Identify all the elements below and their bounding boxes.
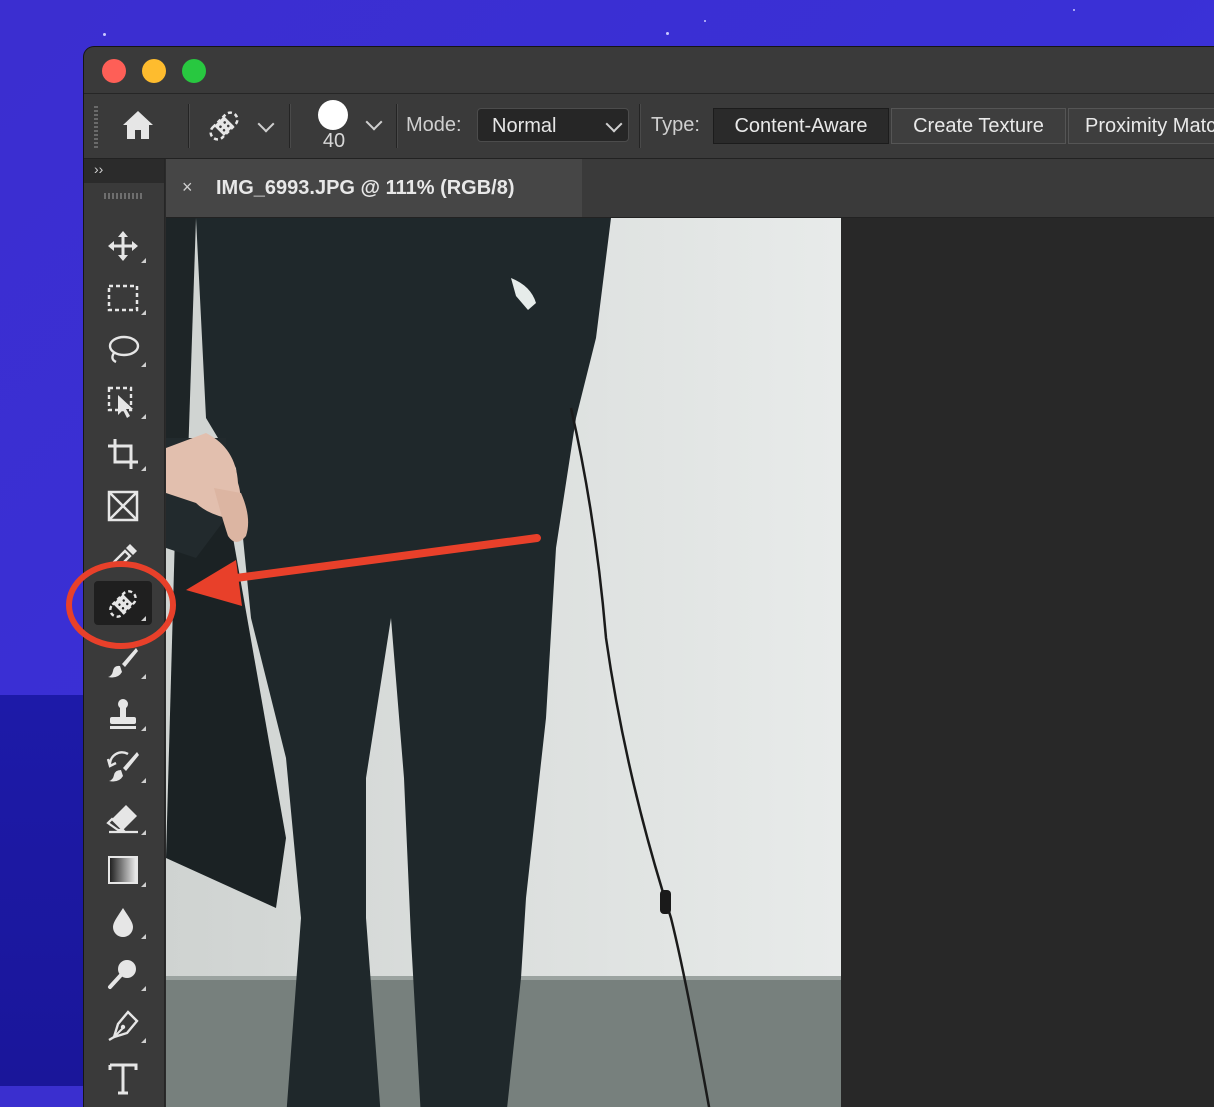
document-tab[interactable]: × IMG_6993.JPG @ 111% (RGB/8) [166, 159, 582, 217]
photoshop-window: 40 Mode: Normal Type: Content-Aware Crea… [84, 47, 1214, 1107]
object-selection-icon [107, 386, 133, 418]
move-tool[interactable] [94, 223, 152, 267]
dodge-tool[interactable] [94, 951, 152, 995]
type-content-aware-button[interactable]: Content-Aware [713, 108, 889, 144]
home-icon [123, 111, 153, 139]
mode-select[interactable]: Normal [477, 108, 629, 142]
options-separator [639, 104, 641, 148]
wallpaper-star [1073, 9, 1075, 11]
crop-icon [108, 439, 138, 469]
close-tab-icon[interactable]: × [182, 177, 193, 198]
canvas-area[interactable] [166, 218, 1214, 1107]
blur-tool[interactable] [94, 899, 152, 943]
brush-icon [108, 648, 138, 678]
type-label: Type: [651, 114, 700, 136]
tool-flyout-indicator [141, 830, 146, 835]
wallpaper-star [704, 20, 706, 22]
chevron-down-icon [365, 113, 383, 131]
wallpaper-star [666, 32, 669, 35]
photo-content [166, 218, 841, 1107]
minimize-window-button[interactable] [142, 59, 166, 83]
move-icon [108, 231, 138, 261]
tools-panel-header[interactable]: ›› [84, 159, 164, 183]
tool-flyout-indicator [141, 726, 146, 731]
maximize-window-button[interactable] [182, 59, 206, 83]
options-bar: 40 Mode: Normal Type: Content-Aware Crea… [84, 94, 1214, 159]
tool-flyout-indicator [141, 778, 146, 783]
wallpaper-star [103, 33, 106, 36]
rectangular-marquee-tool[interactable] [94, 275, 152, 319]
brush-size-value: 40 [322, 130, 346, 152]
type-create-texture-button[interactable]: Create Texture [891, 108, 1066, 144]
options-separator [396, 104, 398, 148]
marquee-icon [107, 284, 139, 312]
eyedropper-tool[interactable] [94, 535, 152, 565]
tool-flyout-indicator [141, 258, 146, 263]
tool-flyout-indicator [141, 882, 146, 887]
eyedropper-icon [109, 544, 137, 565]
tool-flyout-indicator [141, 466, 146, 471]
pen-icon [108, 1010, 139, 1042]
tool-flyout-indicator [141, 934, 146, 939]
crop-tool[interactable] [94, 431, 152, 475]
drop-icon [113, 908, 133, 937]
title-bar[interactable] [84, 47, 1214, 94]
home-button[interactable] [120, 108, 160, 144]
eraser-tool[interactable] [94, 795, 152, 839]
collapse-panel-icon[interactable]: ›› [94, 161, 103, 177]
tool-preset-picker[interactable] [202, 104, 282, 148]
frame-tool[interactable] [94, 483, 152, 527]
type-tool[interactable] [94, 1055, 152, 1099]
tool-flyout-indicator [141, 616, 146, 621]
pen-tool[interactable] [94, 1003, 152, 1047]
frame-icon [107, 490, 139, 522]
object-selection-tool[interactable] [94, 379, 152, 423]
document-tab-title: IMG_6993.JPG @ 111% (RGB/8) [216, 177, 515, 199]
spot-healing-brush-tool[interactable] [94, 581, 152, 625]
history-brush-tool[interactable] [94, 743, 152, 787]
clone-stamp-tool[interactable] [94, 691, 152, 735]
tools-panel-grip[interactable] [104, 193, 142, 199]
options-separator [289, 104, 291, 148]
tool-flyout-indicator [141, 362, 146, 367]
gradient-icon [108, 856, 138, 884]
brush-tool[interactable] [94, 639, 152, 683]
history-brush-icon [106, 751, 139, 782]
chevron-down-icon [257, 115, 275, 133]
lasso-tool[interactable] [94, 327, 152, 371]
bandage-icon [109, 590, 137, 618]
tool-flyout-indicator [141, 414, 146, 419]
type-proximity-match-button[interactable]: Proximity Match [1068, 108, 1214, 144]
options-separator [188, 104, 190, 148]
mode-label: Mode: [406, 114, 462, 136]
tool-flyout-indicator [141, 1038, 146, 1043]
dodge-icon [108, 960, 136, 989]
eraser-icon [106, 805, 138, 834]
tool-flyout-indicator [141, 310, 146, 315]
stamp-icon [110, 699, 136, 729]
brush-preview-circle [318, 100, 348, 130]
type-icon [108, 1063, 138, 1095]
close-window-button[interactable] [102, 59, 126, 83]
chevron-down-icon [605, 115, 623, 133]
options-bar-grip[interactable] [94, 106, 98, 148]
tools-panel: ›› [84, 159, 165, 1107]
document-tab-bar: × IMG_6993.JPG @ 111% (RGB/8) [166, 159, 1214, 218]
gradient-tool[interactable] [94, 847, 152, 891]
tool-flyout-indicator [141, 986, 146, 991]
bandage-icon [209, 111, 239, 141]
mode-value: Normal [492, 115, 557, 137]
lasso-icon [108, 335, 140, 364]
brush-size-picker[interactable]: 40 [314, 98, 384, 154]
tool-flyout-indicator [141, 674, 146, 679]
document-image[interactable] [166, 218, 841, 1107]
